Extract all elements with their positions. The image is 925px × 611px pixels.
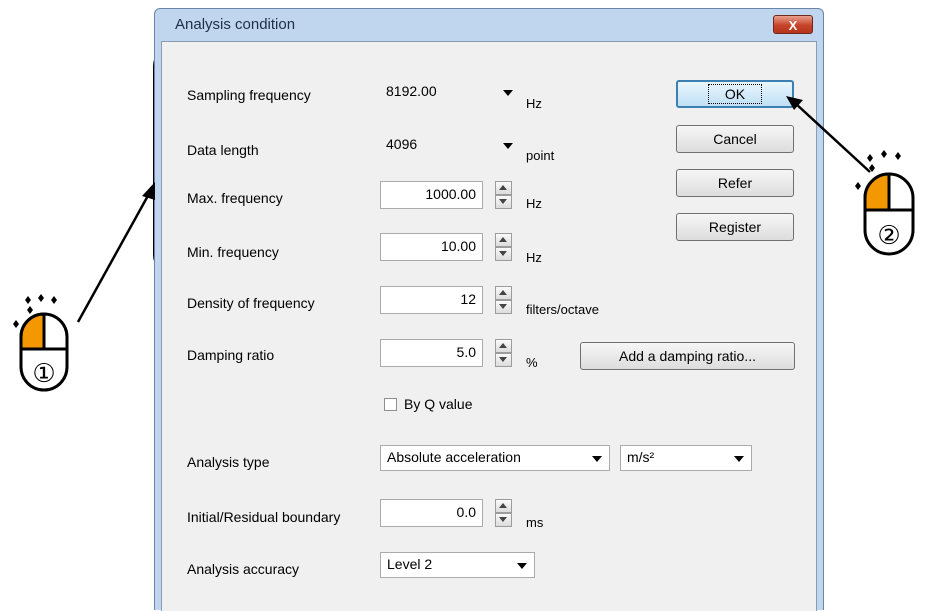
mouse-left-click-icon: ② (855, 150, 915, 256)
step-1-label: ① (32, 359, 55, 389)
arrow-1-head (142, 182, 155, 200)
mouse-left-click-icon: ① (13, 294, 69, 392)
arrow-1-line (76, 191, 152, 323)
step-2-label: ② (877, 221, 900, 251)
annotation-arrows (76, 96, 871, 323)
